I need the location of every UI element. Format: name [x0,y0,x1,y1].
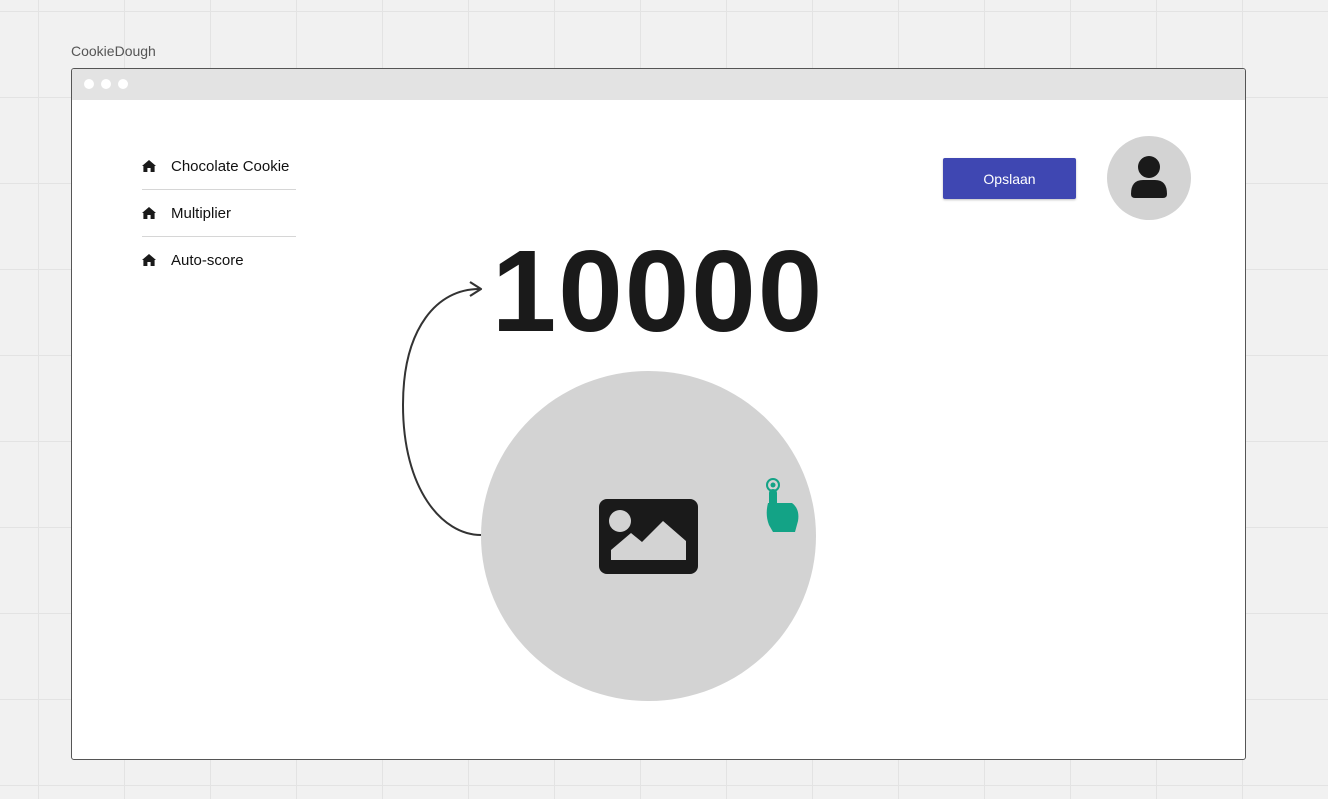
home-icon [142,160,156,172]
arrow-head-icon [469,281,483,297]
home-icon [142,254,156,266]
sidebar-nav: Chocolate Cookie Multiplier Auto-score [142,143,296,283]
nav-item-auto-score[interactable]: Auto-score [142,237,296,283]
window-dot [84,79,94,89]
board-label: CookieDough [71,43,156,59]
window-dot [101,79,111,89]
window-titlebar [72,69,1245,100]
user-icon [1131,156,1167,198]
flow-arrow [401,288,482,536]
nav-item-chocolate-cookie[interactable]: Chocolate Cookie [142,143,296,190]
save-button[interactable]: Opslaan [943,158,1076,199]
home-icon [142,207,156,219]
cookie-click-target[interactable] [481,371,816,701]
nav-item-label: Multiplier [171,204,232,222]
nav-item-label: Chocolate Cookie [171,157,290,175]
score-counter: 10000 [491,226,825,356]
nav-item-multiplier[interactable]: Multiplier [142,190,296,237]
window-dot [118,79,128,89]
nav-item-label: Auto-score [171,251,244,269]
browser-window: Chocolate Cookie Multiplier Auto-score O… [71,68,1246,760]
image-placeholder-icon [599,499,698,574]
avatar[interactable] [1107,136,1191,220]
